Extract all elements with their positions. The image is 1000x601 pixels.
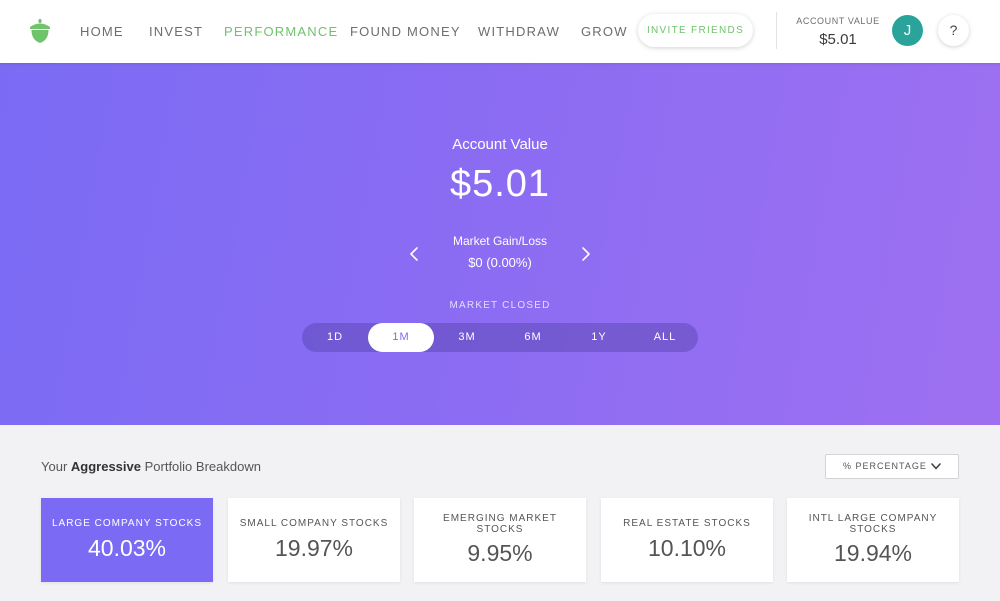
allocation-card-value: 9.95%: [467, 540, 533, 566]
breakdown-view-dropdown[interactable]: % PERCENTAGE: [825, 454, 959, 479]
allocation-card-value: 19.97%: [274, 535, 353, 561]
allocation-card-emerging-market[interactable]: EMERGING MARKET STOCKS 9.95%: [414, 498, 586, 582]
range-3m-button[interactable]: 3M: [434, 323, 500, 352]
market-gain-loss-label: Market Gain/Loss: [452, 234, 548, 248]
help-button[interactable]: ?: [938, 15, 969, 46]
nav-account-value: $5.01: [819, 31, 857, 48]
allocation-card-intl-large-company[interactable]: INTL LARGE COMPANY STOCKS 19.94%: [787, 498, 959, 582]
portfolio-type: Aggressive: [70, 459, 141, 474]
allocation-card-value: 10.10%: [647, 535, 726, 561]
chevron-down-icon: [931, 463, 941, 470]
portfolio-breakdown-title: Your Aggressive Portfolio Breakdown: [41, 459, 261, 474]
breakdown-title-suffix: Portfolio Breakdown: [140, 459, 261, 474]
breakdown-view-value: % PERCENTAGE: [843, 461, 927, 471]
nav-performance[interactable]: PERFORMANCE: [224, 24, 338, 39]
allocation-card-real-estate[interactable]: REAL ESTATE STOCKS 10.10%: [601, 498, 773, 582]
nav-divider: [776, 12, 777, 49]
market-gain-loss-value: $0 (0.00%): [468, 255, 532, 270]
allocation-card-large-company[interactable]: LARGE COMPANY STOCKS 40.03%: [41, 498, 213, 582]
market-status: MARKET CLOSED: [449, 300, 551, 311]
nav-invest[interactable]: INVEST: [149, 24, 203, 39]
nav-home[interactable]: HOME: [80, 24, 124, 39]
user-avatar[interactable]: J: [892, 15, 923, 46]
allocation-card-label: INTL LARGE COMPANY STOCKS: [808, 513, 938, 535]
nav-account-value-label: ACCOUNT VALUE: [796, 16, 880, 26]
allocation-card-value: 40.03%: [87, 535, 166, 561]
account-value-amount: $5.01: [449, 163, 551, 205]
nav-grow[interactable]: GROW: [581, 24, 628, 39]
range-1m-button[interactable]: 1M: [368, 323, 434, 352]
invite-friends-button[interactable]: INVITE FRIENDS: [638, 14, 753, 47]
range-all-button[interactable]: ALL: [632, 323, 698, 352]
allocation-card-label: REAL ESTATE STOCKS: [623, 518, 751, 529]
top-navigation-bar: HOME INVEST PERFORMANCE FOUND MONEY WITH…: [0, 0, 1000, 63]
allocation-card-label: EMERGING MARKET STOCKS: [443, 513, 557, 535]
allocation-card-label: SMALL COMPANY STOCKS: [239, 518, 389, 529]
nav-withdraw[interactable]: WITHDRAW: [478, 24, 560, 39]
acorn-icon[interactable]: [29, 19, 51, 43]
range-6m-button[interactable]: 6M: [500, 323, 566, 352]
account-value-label: Account Value: [452, 136, 548, 153]
allocation-card-label: LARGE COMPANY STOCKS: [51, 518, 203, 529]
breakdown-title-prefix: Your: [41, 459, 71, 474]
range-1d-button[interactable]: 1D: [302, 323, 368, 352]
allocation-card-value: 19.94%: [833, 540, 912, 566]
range-1y-button[interactable]: 1Y: [566, 323, 632, 352]
chevron-right-icon[interactable]: [579, 245, 593, 263]
nav-found-money[interactable]: FOUND MONEY: [350, 24, 461, 39]
allocation-card-small-company[interactable]: SMALL COMPANY STOCKS 19.97%: [228, 498, 400, 582]
